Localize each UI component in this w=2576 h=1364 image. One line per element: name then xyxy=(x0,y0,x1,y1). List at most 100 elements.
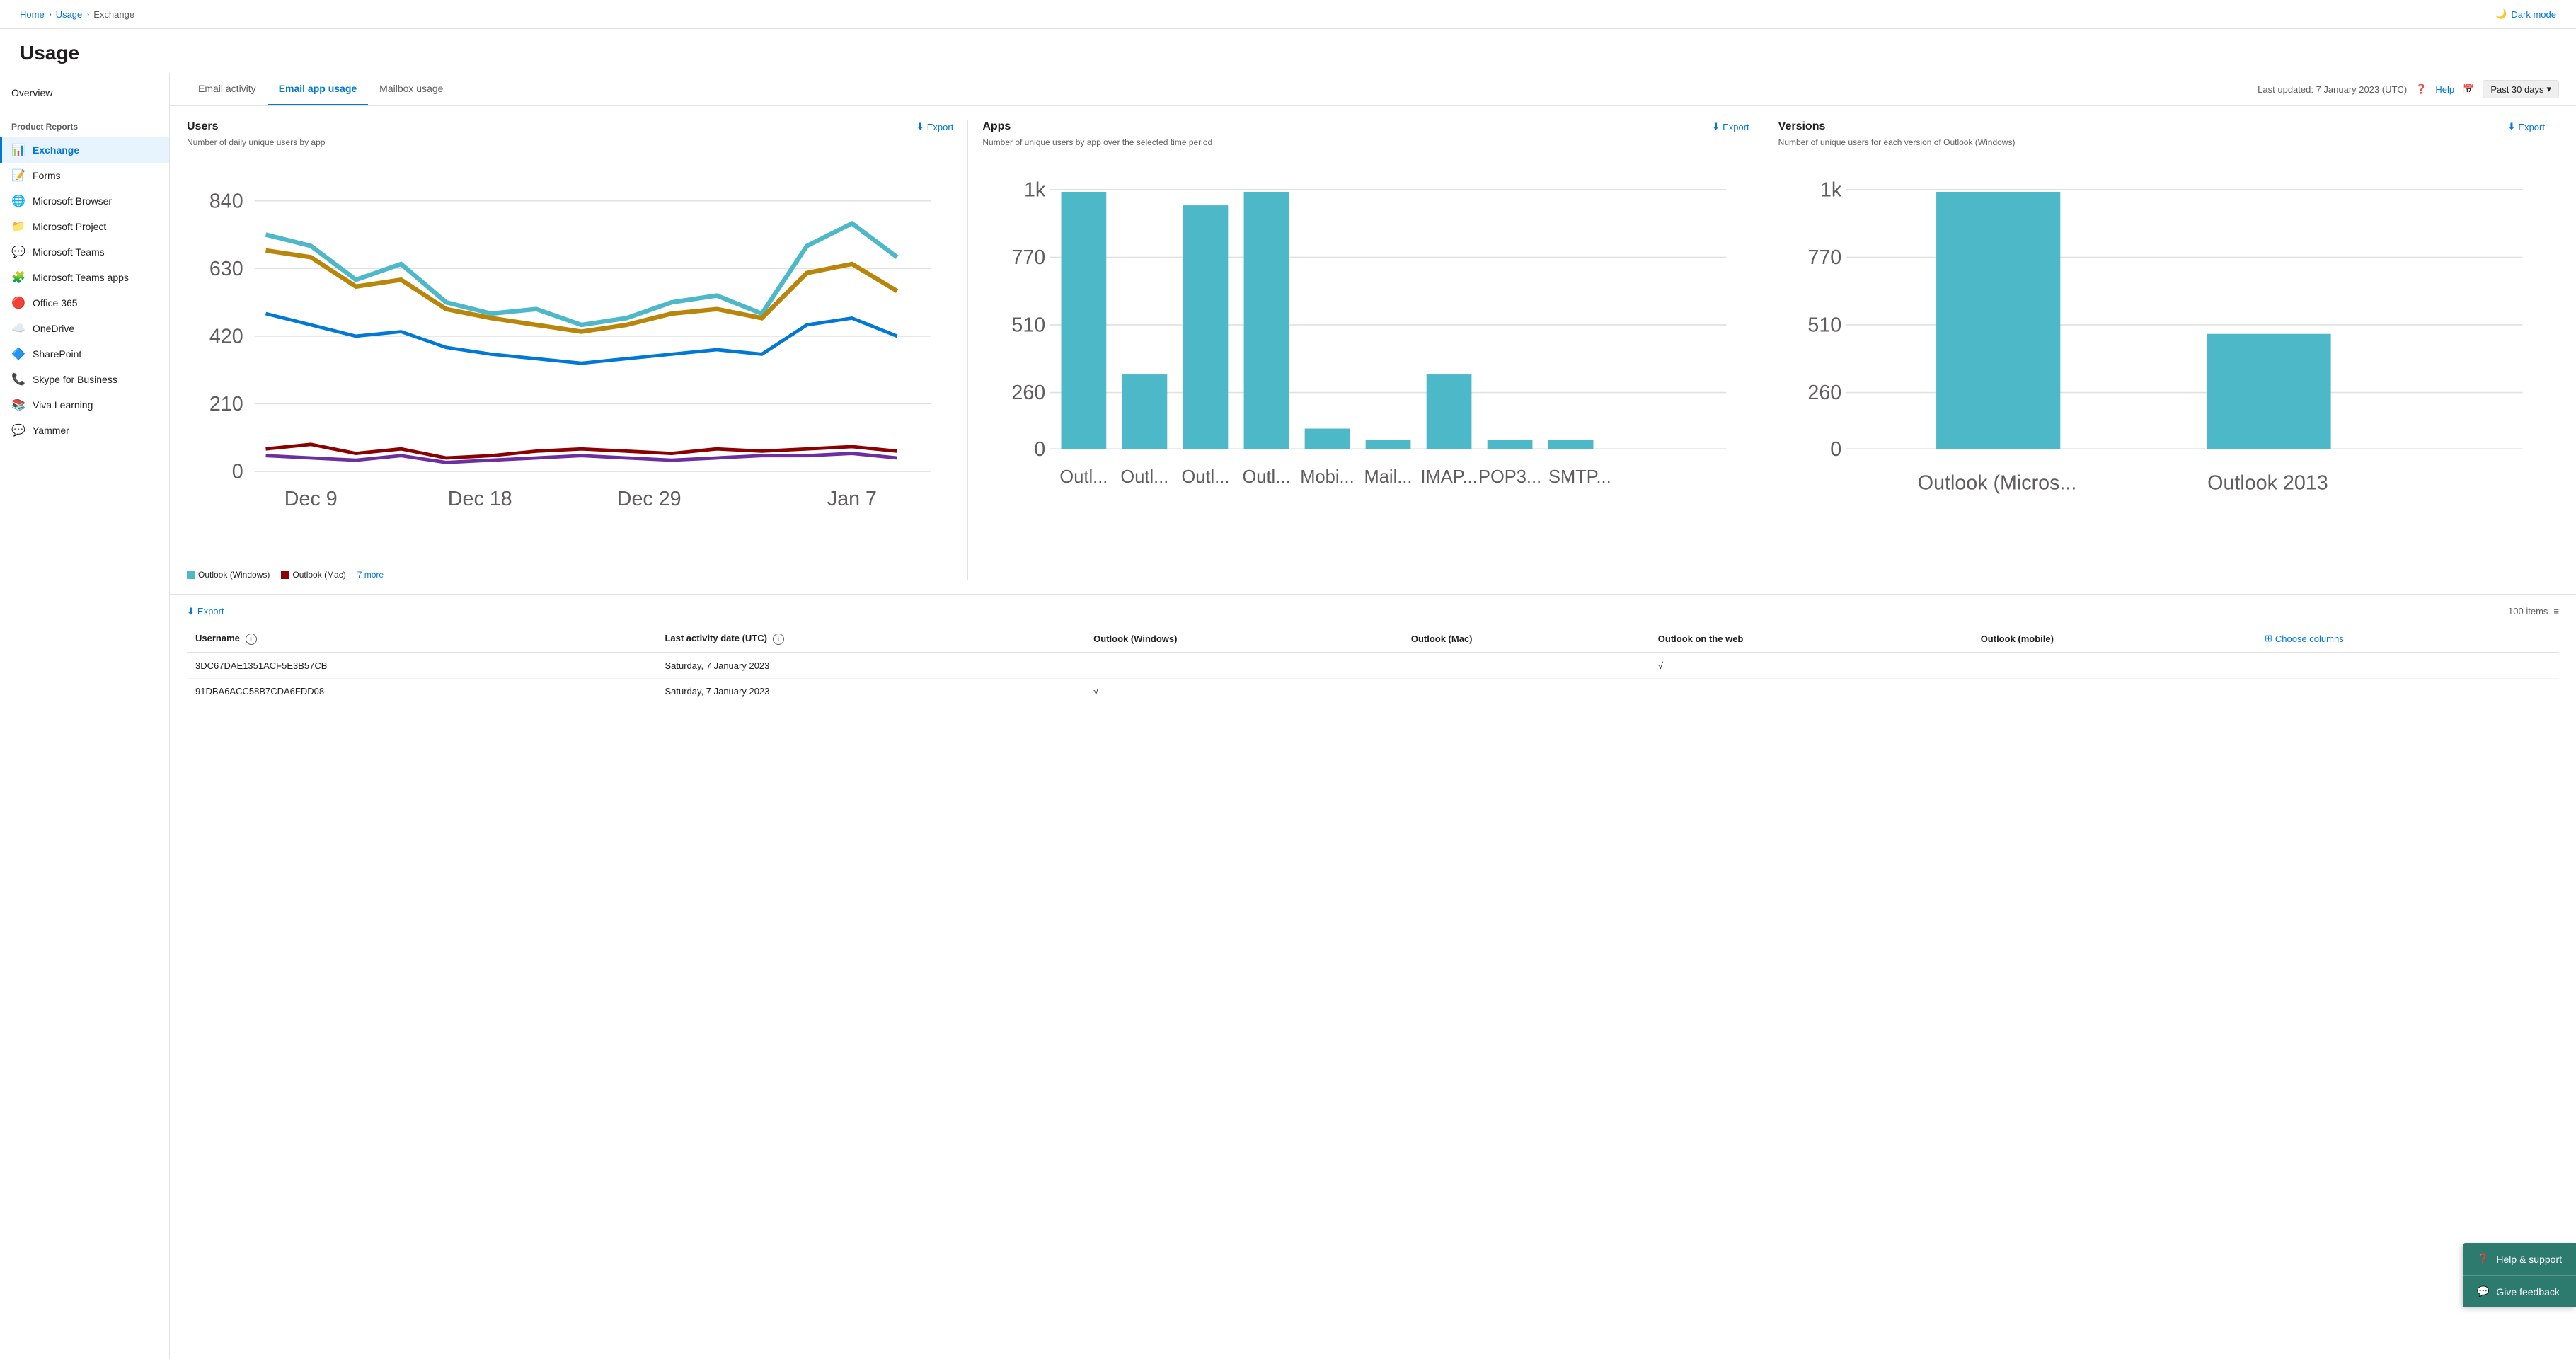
chart-users-export[interactable]: ⬇ Export xyxy=(916,121,953,132)
sidebar-item-office-365[interactable]: 🔴 Office 365 xyxy=(0,290,169,316)
chart-users-legend: Outlook (Windows) Outlook (Mac) 7 more xyxy=(187,570,953,580)
sidebar-item-microsoft-project[interactable]: 📁 Microsoft Project xyxy=(0,214,169,239)
breadcrumb-current: Exchange xyxy=(93,9,134,20)
give-feedback-button[interactable]: 💬 Give feedback xyxy=(2463,1276,2576,1307)
sidebar-item-skype[interactable]: 📞 Skype for Business xyxy=(0,367,169,392)
svg-text:POP3...: POP3... xyxy=(1478,467,1541,487)
sidebar-item-exchange[interactable]: 📊 Exchange xyxy=(0,137,169,163)
sidebar-item-microsoft-teams[interactable]: 💬 Microsoft Teams xyxy=(0,239,169,265)
svg-text:Outl...: Outl... xyxy=(1121,467,1169,487)
breadcrumb: Home › Usage › Exchange xyxy=(20,9,134,20)
sidebar-item-yammer-label: Yammer xyxy=(33,425,69,436)
calendar-icon: 📅 xyxy=(2463,84,2474,95)
svg-text:Mobi...: Mobi... xyxy=(1301,467,1355,487)
svg-text:0: 0 xyxy=(232,461,243,483)
period-label: Past 30 days xyxy=(2490,84,2543,95)
data-table: Username i Last activity date (UTC) i Ou… xyxy=(187,626,2559,705)
teams-icon: 💬 xyxy=(11,245,25,259)
download-icon: ⬇ xyxy=(916,121,924,132)
sidebar-item-teams-apps-label: Microsoft Teams apps xyxy=(33,272,129,283)
tab-email-activity[interactable]: Email activity xyxy=(187,73,268,105)
svg-text:Outlook 2013: Outlook 2013 xyxy=(2207,472,2328,495)
sidebar-section-label: Product Reports xyxy=(0,116,169,137)
page-title: Usage xyxy=(20,42,2556,64)
chart-apps-header: Apps ⬇ Export xyxy=(982,120,1749,133)
help-icon: ❓ xyxy=(2415,84,2427,95)
help-panel: ❓ Help & support 💬 Give feedback xyxy=(2463,1243,2576,1307)
col-username: Username i xyxy=(187,626,656,653)
sidebar-item-viva-learning[interactable]: 📚 Viva Learning xyxy=(0,392,169,418)
users-line-chart: 840 630 420 210 0 Dec 9 Dec 18 Dec 29 Ja… xyxy=(187,156,953,562)
period-button[interactable]: Past 30 days ▾ xyxy=(2483,80,2559,98)
svg-text:Dec 9: Dec 9 xyxy=(284,488,338,510)
chart-apps-subtitle: Number of unique users by app over the s… xyxy=(982,137,1749,147)
cell-outlook-windows-2: √ xyxy=(1085,679,1403,704)
dark-mode-button[interactable]: 🌙 Dark mode xyxy=(2495,8,2556,20)
col-outlook-web: Outlook on the web xyxy=(1650,626,1972,653)
download-icon4: ⬇ xyxy=(187,606,195,617)
cell-outlook-web-1: √ xyxy=(1650,653,1972,679)
tabs-bar: Email activity Email app usage Mailbox u… xyxy=(170,73,2576,106)
breadcrumb-usage[interactable]: Usage xyxy=(56,9,83,20)
tab-mailbox-usage[interactable]: Mailbox usage xyxy=(368,73,454,105)
cell-extra-1 xyxy=(2256,653,2559,679)
sidebar-item-onedrive[interactable]: ☁️ OneDrive xyxy=(0,316,169,341)
svg-text:0: 0 xyxy=(1830,438,1841,461)
chart-users-subtitle: Number of daily unique users by app xyxy=(187,137,953,147)
sidebar-item-overview[interactable]: Overview xyxy=(0,81,169,104)
svg-text:IMAP...: IMAP... xyxy=(1421,467,1478,487)
sharepoint-icon: 🔷 xyxy=(11,347,25,361)
breadcrumb-home[interactable]: Home xyxy=(20,9,45,20)
cell-outlook-windows-1 xyxy=(1085,653,1403,679)
table-export-button[interactable]: ⬇ Export xyxy=(187,606,224,617)
help-link[interactable]: Help xyxy=(2435,84,2454,95)
cell-outlook-web-2 xyxy=(1650,679,1972,704)
skype-icon: 📞 xyxy=(11,372,25,386)
choose-columns-button[interactable]: ⊞ Choose columns xyxy=(2265,633,2344,644)
cell-outlook-mac-1 xyxy=(1403,653,1650,679)
username-info-icon[interactable]: i xyxy=(246,634,257,645)
sidebar-item-teams-apps[interactable]: 🧩 Microsoft Teams apps xyxy=(0,265,169,290)
chart-versions-export[interactable]: ⬇ Export xyxy=(2508,121,2545,132)
legend-outlook-mac: Outlook (Mac) xyxy=(281,570,345,580)
svg-text:Dec 29: Dec 29 xyxy=(617,488,682,510)
svg-text:420: 420 xyxy=(209,325,243,348)
chart-versions: Versions ⬇ Export Number of unique users… xyxy=(1764,120,2559,580)
col-last-activity: Last activity date (UTC) i xyxy=(656,626,1085,653)
sidebar-item-viva-label: Viva Learning xyxy=(33,399,93,411)
sidebar-item-forms[interactable]: 📝 Forms xyxy=(0,163,169,188)
cell-outlook-mac-2 xyxy=(1403,679,1650,704)
svg-text:Dec 18: Dec 18 xyxy=(448,488,512,510)
svg-text:Outl...: Outl... xyxy=(1060,467,1108,487)
office-icon: 🔴 xyxy=(11,296,25,310)
table-toolbar: ⬇ Export 100 items ≡ xyxy=(187,606,2559,617)
svg-text:510: 510 xyxy=(1012,314,1046,337)
last-activity-info-icon[interactable]: i xyxy=(773,634,784,645)
cell-outlook-mobile-2 xyxy=(1972,679,2256,704)
viva-icon: 📚 xyxy=(11,398,25,412)
sidebar-item-forms-label: Forms xyxy=(33,170,61,181)
last-updated-label: Last updated: 7 January 2023 (UTC) xyxy=(2258,84,2407,95)
sidebar-item-yammer[interactable]: 💬 Yammer xyxy=(0,418,169,443)
sidebar-item-browser-label: Microsoft Browser xyxy=(33,195,112,207)
legend-dot-outlook-windows xyxy=(187,571,195,579)
cell-outlook-mobile-1 xyxy=(1972,653,2256,679)
give-feedback-label: Give feedback xyxy=(2496,1286,2560,1297)
svg-text:Outl...: Outl... xyxy=(1243,467,1291,487)
svg-text:260: 260 xyxy=(1012,382,1046,404)
list-view-icon[interactable]: ≡ xyxy=(2553,606,2559,617)
help-support-button[interactable]: ❓ Help & support xyxy=(2463,1243,2576,1275)
sidebar-item-microsoft-browser[interactable]: 🌐 Microsoft Browser xyxy=(0,188,169,214)
exchange-icon: 📊 xyxy=(11,143,25,157)
tab-email-app-usage[interactable]: Email app usage xyxy=(268,73,368,105)
moon-icon: 🌙 xyxy=(2495,8,2507,20)
chart-apps-export[interactable]: ⬇ Export xyxy=(1712,121,1749,132)
download-icon2: ⬇ xyxy=(1712,121,1720,132)
col-choose-columns: ⊞ Choose columns xyxy=(2256,626,2559,653)
breadcrumb-sep1: › xyxy=(49,9,52,19)
sidebar-item-sharepoint[interactable]: 🔷 SharePoint xyxy=(0,341,169,367)
breadcrumb-sep2: › xyxy=(86,9,89,19)
legend-7-more[interactable]: 7 more xyxy=(357,570,384,580)
chevron-down-icon: ▾ xyxy=(2546,84,2551,95)
col-outlook-mobile: Outlook (mobile) xyxy=(1972,626,2256,653)
